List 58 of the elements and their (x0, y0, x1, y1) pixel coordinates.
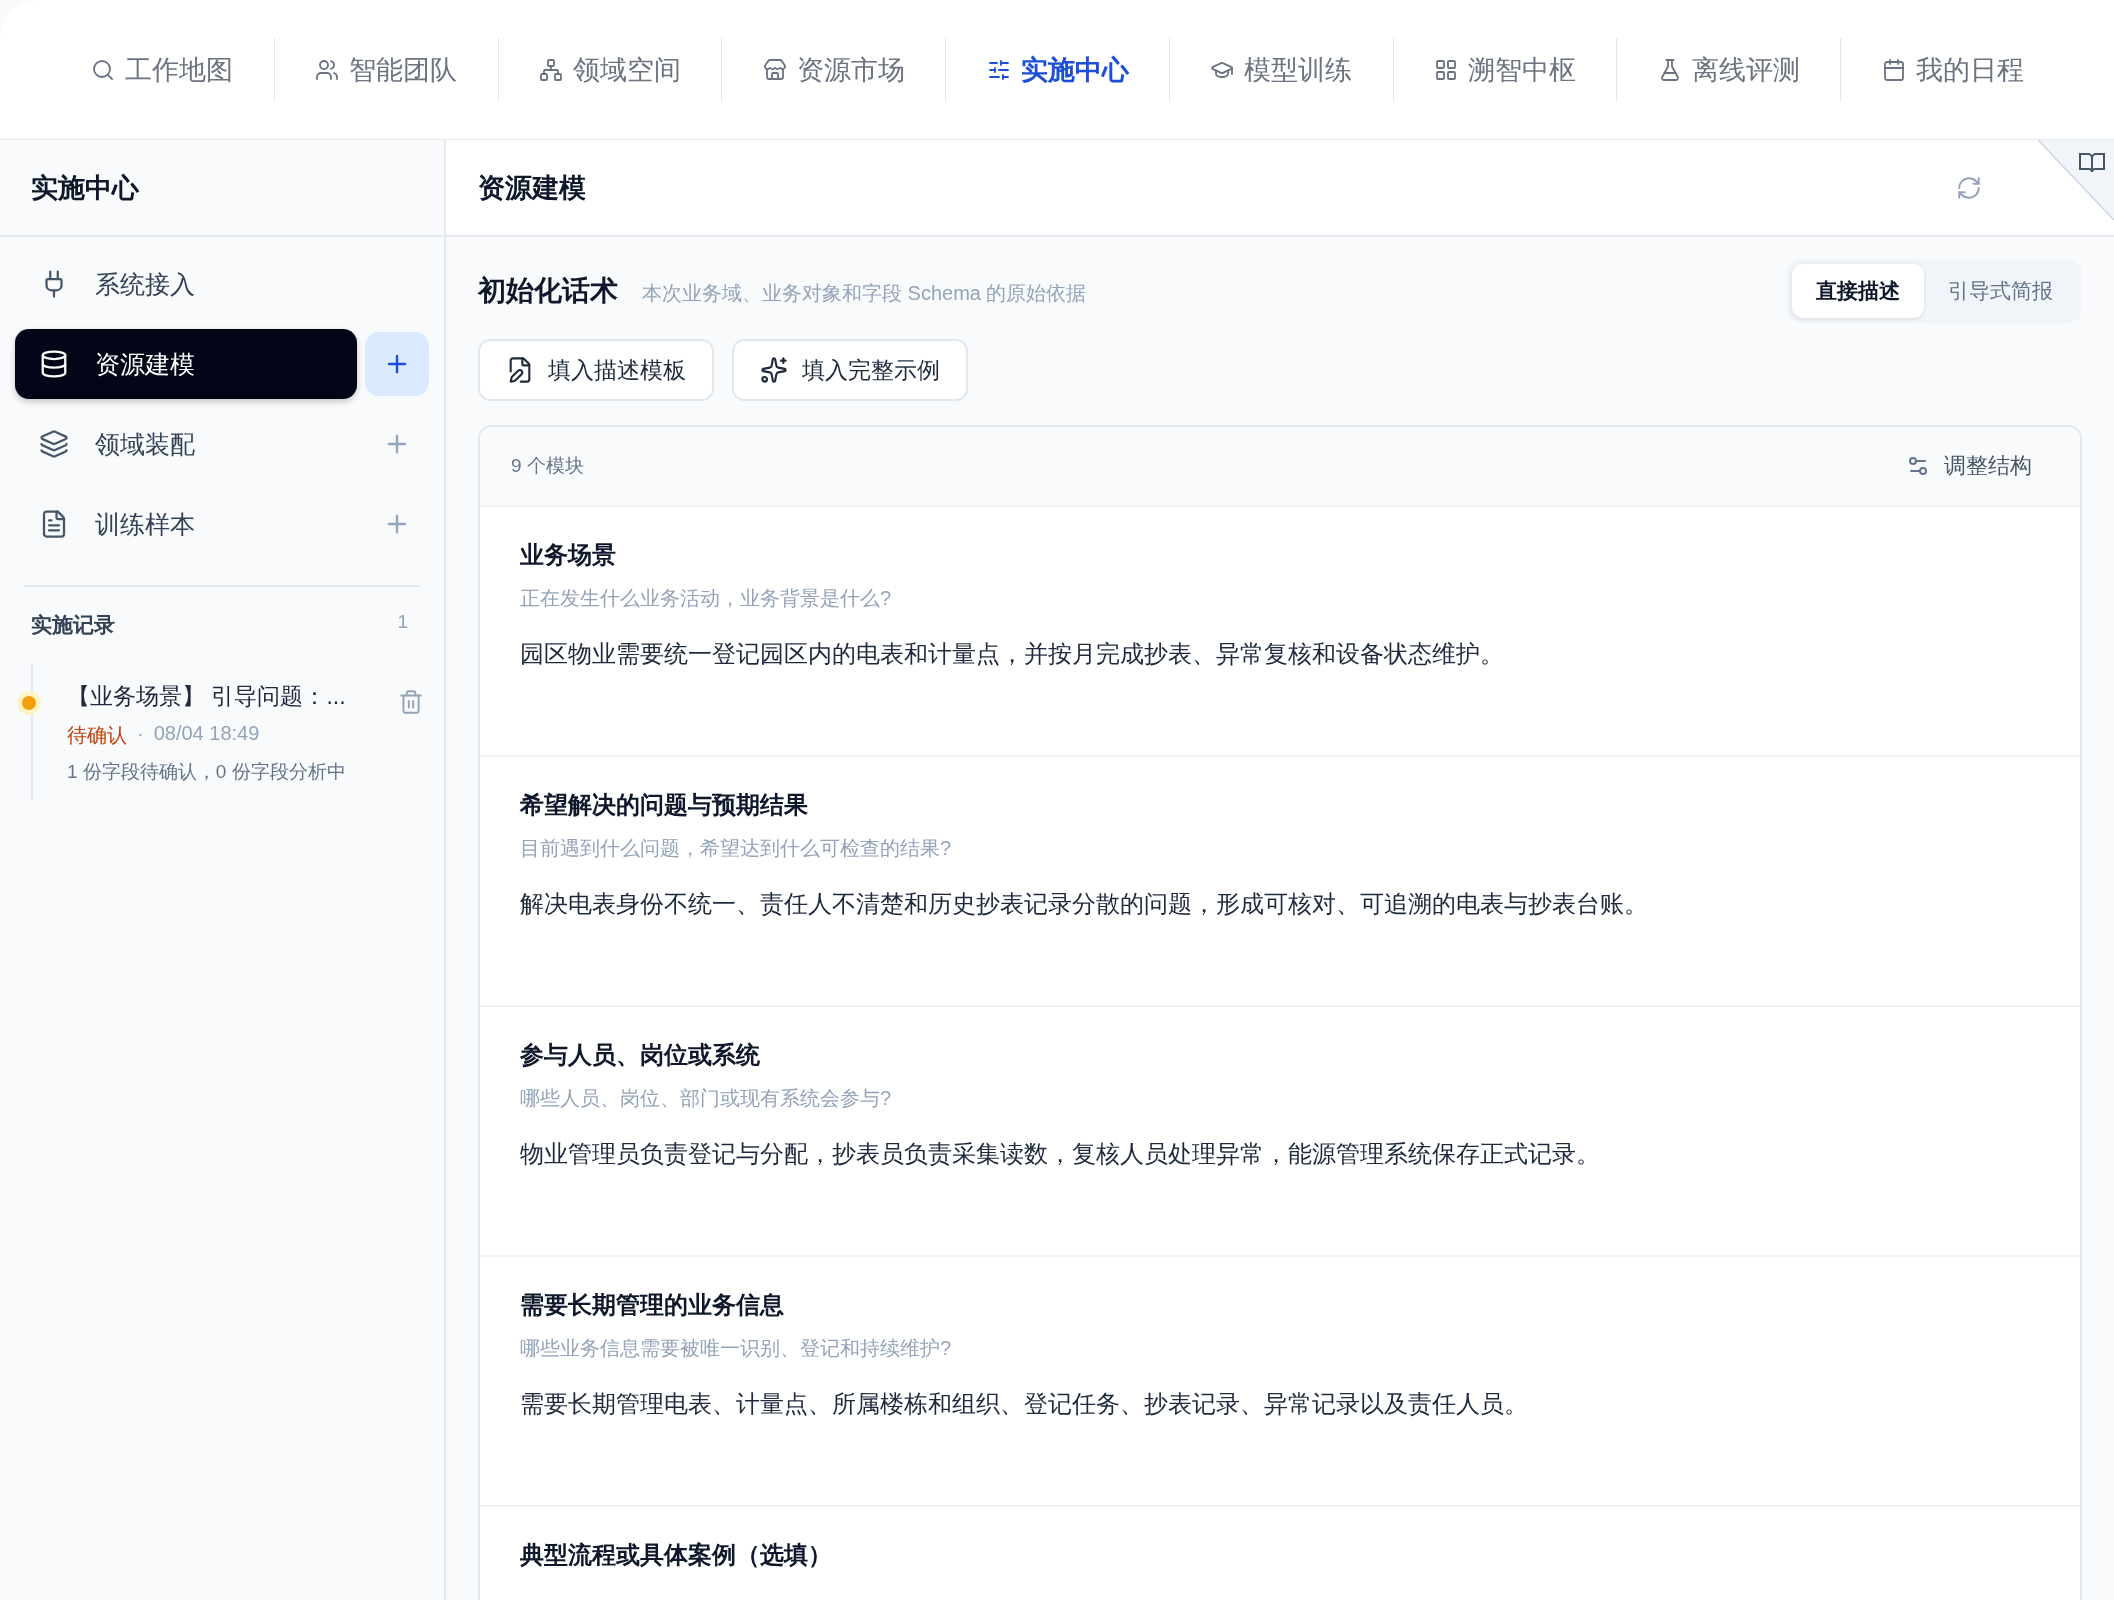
nav-tab[interactable]: 实施中心 (945, 37, 1169, 102)
mode-tab[interactable]: 引导式简报 (1924, 264, 2077, 318)
module-hint: 哪些人员、岗位、部门或现有系统会参与? (520, 1086, 893, 1111)
record-status: 待确认 (67, 723, 127, 748)
module-count: 9 个模块 (511, 454, 584, 478)
sidebar-item[interactable]: 资源建模 (15, 329, 357, 399)
adjust-structure-button[interactable]: 调整结构 (1906, 451, 2032, 481)
record-summary: 1 份字段待确认，0 份字段分析中 (67, 760, 347, 784)
sidebar-item[interactable]: 系统接入 (15, 249, 357, 319)
grid-icon (1434, 57, 1459, 82)
page-title: 资源建模 (478, 171, 586, 205)
module-title: 需要长期管理的业务信息 (520, 1290, 785, 1320)
nav-tab[interactable]: 工作地图 (50, 37, 274, 102)
trash-icon[interactable] (398, 689, 424, 715)
store-icon (762, 57, 787, 82)
sidebar-item[interactable]: 领域装配 (15, 409, 357, 479)
separator-dot: · (137, 722, 144, 746)
nav-tab[interactable]: 领域空间 (497, 37, 722, 102)
fill-button[interactable]: 填入描述模板 (478, 339, 714, 401)
mode-tab[interactable]: 直接描述 (1792, 264, 1924, 318)
section-title: 初始化话术 (478, 274, 618, 308)
nav-tab[interactable]: 离线评测 (1616, 37, 1841, 102)
records-count: 1 (397, 611, 408, 634)
fill-button[interactable]: 填入完整示例 (732, 339, 968, 401)
nav-tab[interactable]: 模型训练 (1168, 37, 1393, 102)
sidebar-title: 实施中心 (0, 140, 444, 237)
module-text[interactable]: 物业管理员负责登记与分配，抄表员负责采集读数，复核人员处理异常，能源管理系统保存正式记录。 (520, 1138, 2040, 1170)
record-time: 08/04 18:49 (153, 722, 260, 746)
module-title: 希望解决的问题与预期结果 (520, 790, 809, 820)
module-title: 典型流程或具体案例（选填） (520, 1540, 833, 1570)
section-subtitle: 本次业务域、业务对象和字段 Schema 的原始依据 (642, 281, 1087, 306)
add-button[interactable] (365, 332, 429, 396)
nav-tab[interactable]: 溯智中枢 (1392, 37, 1617, 102)
module-text[interactable]: 园区物业需要统一登记园区内的电表和计量点，并按月完成抄表、异常复核和设备状态维护。 (520, 638, 2040, 670)
module-hint: 目前遇到什么问题，希望达到什么可检查的结果? (520, 836, 953, 861)
module-hint: 正在发生什么业务活动，业务背景是什么? (520, 586, 893, 611)
settings-icon (1906, 454, 1930, 478)
layers-icon (39, 429, 69, 459)
users-icon (315, 57, 340, 82)
module-text[interactable]: 解决电表身份不统一、责任人不清楚和历史抄表记录分散的问题，形成可核对、可追溯的电表与抄表台账。 (520, 888, 2040, 920)
hierarchy-icon (538, 57, 563, 82)
calendar-icon (1881, 57, 1906, 82)
module-title: 参与人员、岗位或系统 (520, 1040, 761, 1070)
search-icon (91, 57, 116, 82)
sparkles-icon (760, 356, 788, 384)
refresh-icon[interactable] (1956, 174, 1982, 201)
book-icon[interactable] (2038, 140, 2114, 220)
record-title[interactable]: 【业务场景】 引导问题：... (67, 681, 388, 712)
nav-tab[interactable]: 资源市场 (721, 37, 946, 102)
sidebar-item[interactable]: 训练样本 (15, 489, 357, 559)
module-title: 业务场景 (520, 540, 617, 570)
module-text[interactable]: 需要长期管理电表、计量点、所属楼栋和组织、登记任务、抄表记录、异常记录以及责任人员。 (520, 1388, 2040, 1420)
module-hint: 哪些业务信息需要被唯一识别、登记和持续维护? (520, 1336, 953, 1361)
nav-tab[interactable]: 智能团队 (273, 37, 498, 102)
database-icon (39, 349, 69, 379)
sliders-icon (986, 57, 1011, 82)
records-title: 实施记录 (31, 612, 115, 638)
nav-tab[interactable]: 我的日程 (1840, 37, 2065, 102)
